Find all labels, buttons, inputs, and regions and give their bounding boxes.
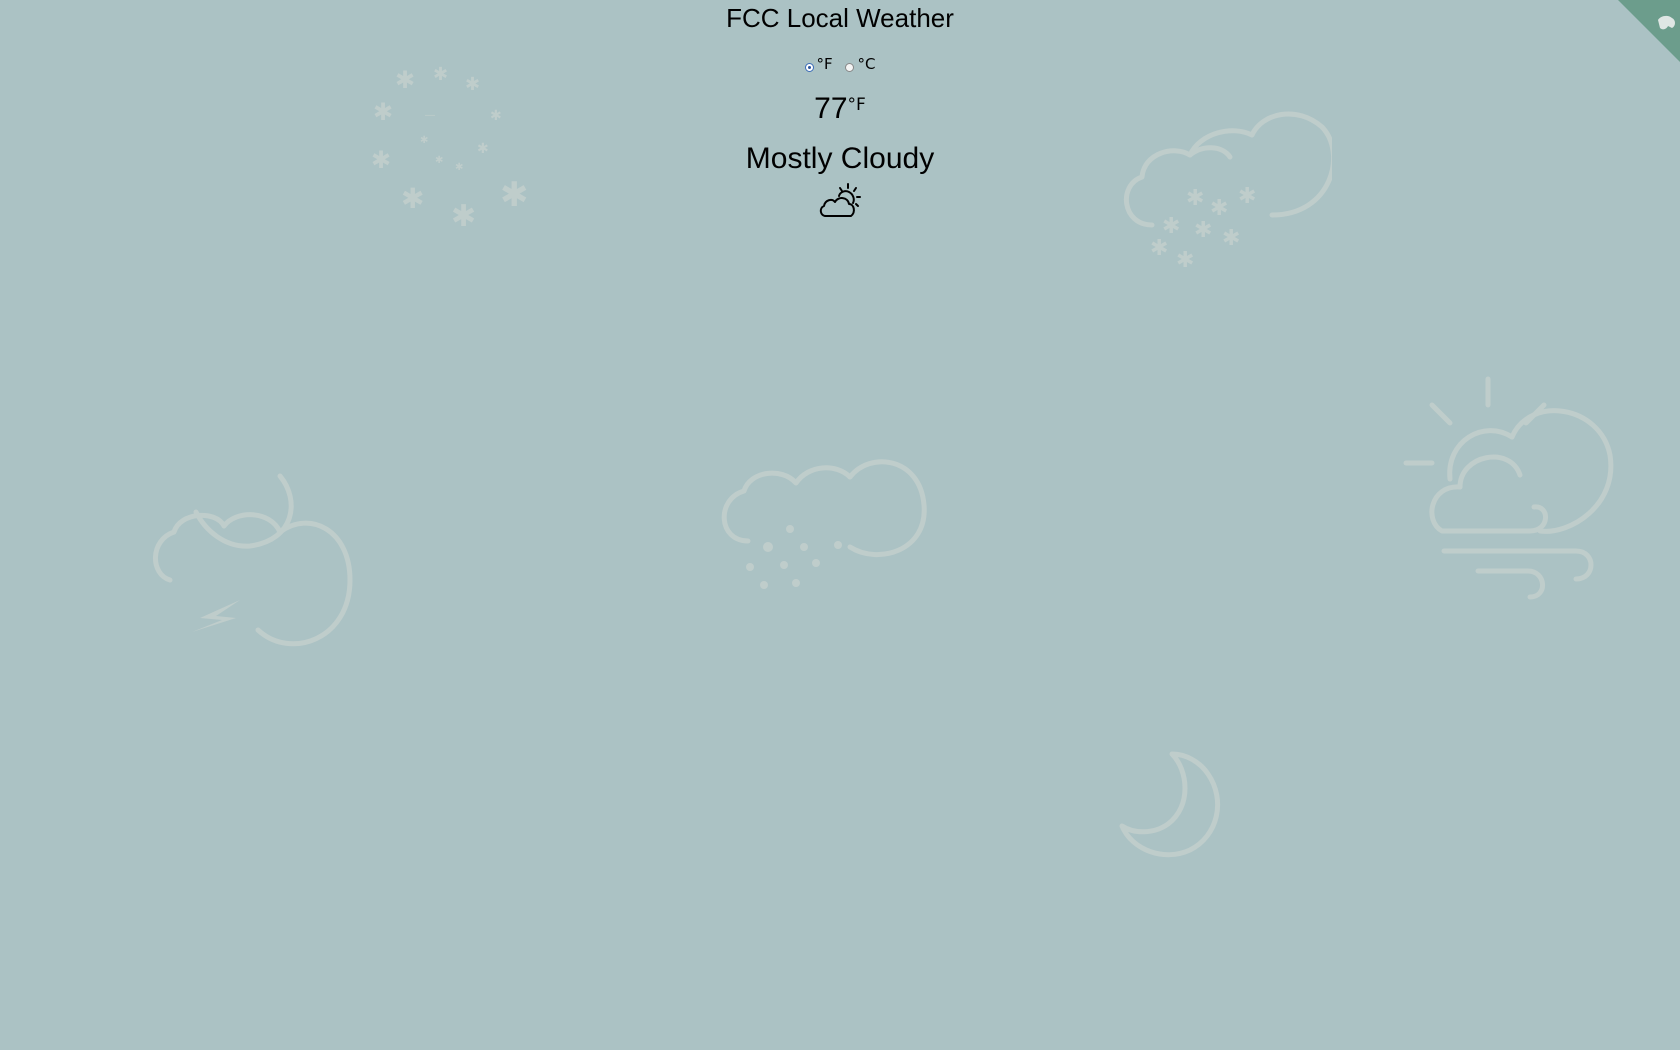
github-corner-icon[interactable] [1618,0,1680,62]
cloud-sleet-icon [721,459,927,589]
svg-text:✱: ✱ [451,200,476,233]
page-title: FCC Local Weather [726,3,954,33]
unit-option-celsius[interactable]: °C [845,55,875,73]
svg-text:✱: ✱ [1238,183,1256,208]
partly-cloudy-day-icon [819,183,861,217]
cloud-snow-icon: ✱ ✱ ✱ ✱ ✱ ✱ ✱ ✱ [1124,111,1332,272]
svg-text:✱: ✱ [500,176,529,214]
moon-icon [1119,751,1221,858]
celsius-label: °C [857,54,876,73]
svg-text:✱: ✱ [1150,235,1168,260]
svg-text:✱: ✱ [401,183,424,214]
wind-partly-cloudy-icon [1403,376,1614,600]
temperature-value: 77 [814,92,848,125]
temperature-readout: 77°F [0,92,1680,126]
fahrenheit-radio[interactable] [804,62,814,72]
svg-text:✱: ✱ [1210,195,1228,220]
svg-text:✱: ✱ [1176,247,1194,272]
night-thunderstorm-icon [153,473,353,647]
weather-page: ✱ ✱ ✱ ✱ — ✱ ✱ ✱ ✱ ✱ ✱ ✱ ✱ ✱ ✱ ✱ ✱ ✱ ✱ ✱ … [0,0,1680,1050]
fahrenheit-label: °F [816,54,833,73]
svg-text:✱: ✱ [465,74,480,94]
svg-text:✱: ✱ [1222,225,1240,250]
temperature-unit: °F [847,95,866,115]
condition-text: Mostly Cloudy [745,142,935,175]
celsius-radio[interactable] [845,62,855,72]
unit-option-fahrenheit[interactable]: °F [804,54,833,73]
svg-text:✱: ✱ [1186,185,1204,210]
unit-selector: °F °C [0,54,1680,73]
svg-text:✱: ✱ [1194,217,1212,242]
